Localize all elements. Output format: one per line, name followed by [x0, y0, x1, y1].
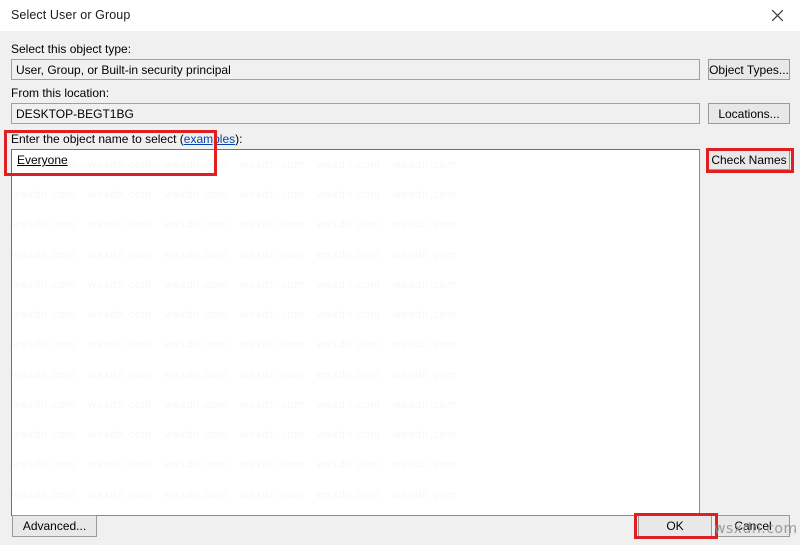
location-field[interactable]: DESKTOP-BEGT1BG — [11, 103, 700, 124]
locations-button[interactable]: Locations... — [708, 103, 790, 124]
object-name-label: Enter the object name to select (example… — [11, 132, 242, 146]
advanced-button[interactable]: Advanced... — [12, 515, 97, 537]
ok-button[interactable]: OK — [638, 515, 712, 537]
object-name-label-text: Enter the object name to select ( — [11, 132, 184, 146]
object-name-input[interactable]: wsxdn.com wsxdn.com wsxdn.com wsxdn.com … — [11, 149, 700, 516]
object-type-label: Select this object type: — [11, 42, 132, 56]
examples-link[interactable]: examples — [184, 132, 235, 146]
location-label: From this location: — [11, 86, 110, 100]
object-name-value: Everyone — [17, 153, 68, 167]
background-watermark: wsxdn.com wsxdn.com wsxdn.com wsxdn.com … — [12, 159, 457, 501]
object-types-button[interactable]: Object Types... — [708, 59, 790, 80]
dialog-body: Select this object type: User, Group, or… — [0, 31, 800, 545]
window-title: Select User or Group — [11, 8, 131, 22]
site-watermark-dots: ::: — [786, 527, 797, 537]
check-names-button[interactable]: Check Names — [708, 149, 790, 170]
close-icon[interactable] — [754, 0, 800, 31]
object-type-field[interactable]: User, Group, or Built-in security princi… — [11, 59, 700, 80]
title-bar: Select User or Group — [0, 0, 800, 31]
select-user-or-group-dialog: Select User or Group Select this object … — [0, 0, 800, 545]
object-name-label-suffix: ): — [235, 132, 243, 146]
